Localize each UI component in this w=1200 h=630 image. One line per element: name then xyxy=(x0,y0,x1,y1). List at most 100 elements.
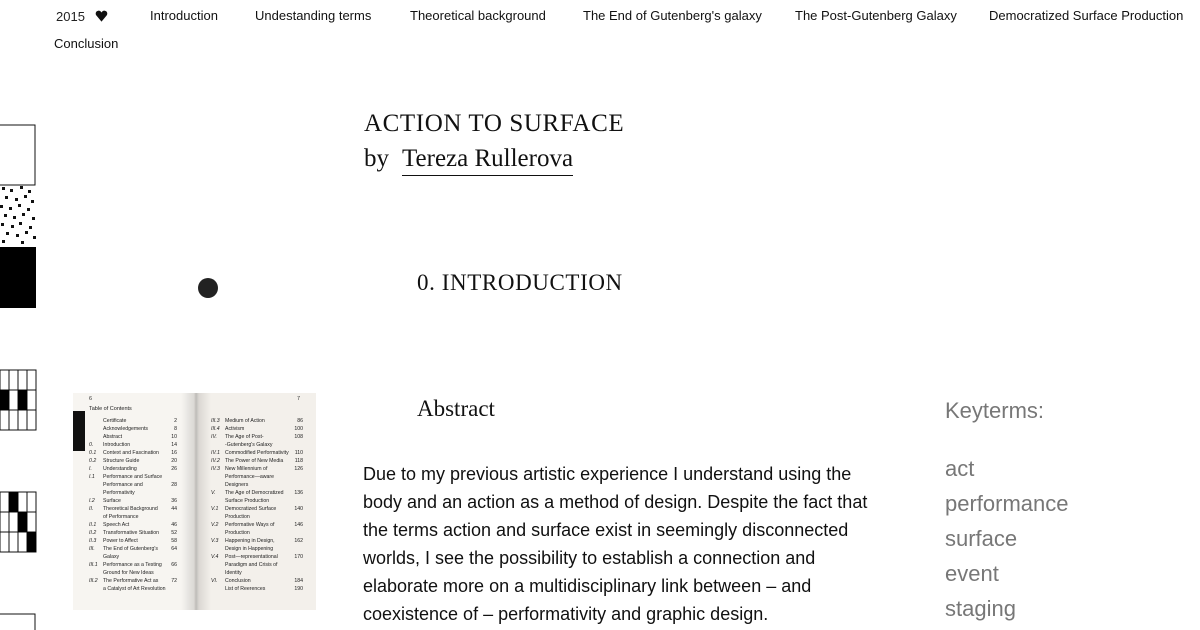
book-toc-row: Certificate 2 xyxy=(89,417,177,425)
book-toc-entry: Surface xyxy=(103,498,121,504)
book-toc-row: Galaxy xyxy=(89,553,177,561)
book-toc-entry: Acknowledgements xyxy=(103,426,148,432)
book-toc-row: Performance and 28 xyxy=(89,481,177,489)
book-toc-page: 72 xyxy=(171,578,177,584)
book-toc-number: III.3 xyxy=(211,418,220,424)
book-toc-entry: Theoretical Background xyxy=(103,506,158,512)
book-toc-number: IV.3 xyxy=(211,466,220,472)
book-toc-number: IV.1 xyxy=(211,450,220,456)
keyterm-event[interactable]: event xyxy=(945,556,1069,591)
book-toc-page: 136 xyxy=(294,490,303,496)
nav-link-understanding-terms[interactable]: Undestanding terms xyxy=(255,8,371,23)
keyterm-surface[interactable]: surface xyxy=(945,521,1069,556)
book-toc-entry: Activism xyxy=(225,426,245,432)
nav-link-theoretical-background[interactable]: Theoretical background xyxy=(410,8,546,23)
book-toc-number: III.4 xyxy=(211,426,220,432)
book-toc-row: II.1 Speech Act 46 xyxy=(89,521,177,529)
book-toc-row: Performance—aware xyxy=(211,473,303,481)
book-toc-row: Production xyxy=(211,513,303,521)
book-toc-page: 108 xyxy=(294,434,303,440)
book-toc-entry: Happening in Design, xyxy=(225,538,275,544)
book-toc-entry: Post—representational xyxy=(225,554,278,560)
nav-link-democratized-surface[interactable]: Democratized Surface Production xyxy=(989,8,1183,23)
book-toc-row: III.2 The Performative Act as 72 xyxy=(89,577,177,585)
abstract-text: Due to my previous artistic experience I… xyxy=(363,464,868,624)
book-gutter-shadow xyxy=(181,393,211,610)
book-toc-row: Ground for New Ideas xyxy=(89,569,177,577)
book-toc-number: IV.2 xyxy=(211,458,220,464)
book-toc-row: of Performance xyxy=(89,513,177,521)
book-toc-number: IV. xyxy=(211,434,217,440)
book-toc-page: 44 xyxy=(171,506,177,512)
author-link[interactable]: Tereza Rullerova xyxy=(402,145,574,176)
keyterm-performance[interactable]: performance xyxy=(945,486,1069,521)
book-toc-page: 66 xyxy=(171,562,177,568)
book-toc-row: Identity xyxy=(211,569,303,577)
book-toc-entry: The End of Gutenberg's xyxy=(103,546,158,552)
book-toc-entry: New Millennium of xyxy=(225,466,268,472)
top-navigation: 2015 Introduction Undestanding terms The… xyxy=(0,0,1200,60)
book-toc-entry: Production xyxy=(225,530,250,536)
book-toc-page: 58 xyxy=(171,538,177,544)
book-toc-number: III.1 xyxy=(89,562,98,568)
book-toc-entry: Transformative Situation xyxy=(103,530,160,536)
book-toc-row: I.2 Surface 36 xyxy=(89,497,177,505)
book-toc-page: 190 xyxy=(294,586,303,592)
book-toc-row: II.2 Transformative Situation 52 xyxy=(89,529,177,537)
book-toc-entry: List of Reerences xyxy=(225,586,266,592)
book-left-page-number: 6 xyxy=(89,396,93,402)
book-toc-entry: The Age of Post- xyxy=(225,434,264,440)
keyterm-act[interactable]: act xyxy=(945,451,1069,486)
book-toc-number: II. xyxy=(89,506,94,512)
book-toc-row: IV.3 New Millennium of 126 xyxy=(211,465,303,473)
book-toc-entry: Performativity xyxy=(103,490,135,496)
book-toc-row: 0.1 Context and Fascination 16 xyxy=(89,449,177,457)
book-toc-row: Performativity xyxy=(89,489,177,497)
book-toc-entry: Designers xyxy=(225,482,249,488)
book-toc-number: V.2 xyxy=(211,522,219,528)
book-toc-row: III.1 Performance as a Testing 66 xyxy=(89,561,177,569)
book-toc-entry: The Age of Democratized xyxy=(225,490,284,496)
book-toc-page: 52 xyxy=(171,530,177,536)
nav-link-introduction[interactable]: Introduction xyxy=(150,8,218,23)
book-toc-page: 170 xyxy=(294,554,303,560)
book-toc-entry: Surface Production xyxy=(225,498,270,504)
book-toc-row: V.3 Happening in Design, 162 xyxy=(211,537,303,545)
book-toc-entry: Democratized Surface xyxy=(225,506,277,512)
keyterms-list: act performance surface event staging xyxy=(945,451,1069,626)
book-toc-row: I. Understanding 26 xyxy=(89,465,177,473)
book-right-page-number: 7 xyxy=(297,396,301,402)
nav-link-end-of-gutenberg[interactable]: The End of Gutenberg's galaxy xyxy=(583,8,762,23)
book-toc-entry: Power to Affect xyxy=(103,538,138,544)
book-toc-page: 64 xyxy=(171,546,177,552)
book-toc-page: 36 xyxy=(171,498,177,504)
nav-link-post-gutenberg[interactable]: The Post-Gutenberg Galaxy xyxy=(795,8,957,23)
book-toc-row: II. Theoretical Background 44 xyxy=(89,505,177,513)
keyterm-staging[interactable]: staging xyxy=(945,591,1069,626)
book-toc-row: IV.2 The Power of New Media 118 xyxy=(211,457,303,465)
book-toc-row: Surface Production xyxy=(211,497,303,505)
book-toc-entry: a Catalyst of Art Revolution xyxy=(103,586,166,592)
nav-link-conclusion[interactable]: Conclusion xyxy=(54,36,118,51)
book-toc-entry: Paradigm and Crisis of xyxy=(225,562,278,568)
book-toc-page: 118 xyxy=(294,458,303,464)
book-toc-number: II.3 xyxy=(89,538,97,544)
book-toc-entry: Performance—aware xyxy=(225,474,275,480)
book-toc-number: 0.1 xyxy=(89,450,97,456)
book-toc-left: Certificate 2 Acknowledgements 8 Abstract 10 0… xyxy=(89,417,177,593)
page-title: ACTION TO SURFACE xyxy=(364,110,625,137)
book-toc-row: Paradigm and Crisis of xyxy=(211,561,303,569)
book-toc-entry: Production xyxy=(225,514,250,520)
keyterms-heading: Keyterms: xyxy=(945,398,1045,423)
book-toc-page: 86 xyxy=(297,418,303,424)
book-toc-row: VI. Conclusion 184 xyxy=(211,577,303,585)
book-toc-number: 0.2 xyxy=(89,458,97,464)
book-toc-page: 20 xyxy=(171,458,177,464)
book-toc-number: I.1 xyxy=(89,474,95,480)
book-toc-page: 110 xyxy=(294,450,303,456)
book-toc-page: 10 xyxy=(171,434,177,440)
book-toc-row: III.3 Medium of Action 86 xyxy=(211,417,303,425)
book-toc-entry: Performance as a Testing xyxy=(103,562,162,568)
heart-icon xyxy=(95,10,108,22)
book-toc-entry: Certificate xyxy=(103,418,127,424)
